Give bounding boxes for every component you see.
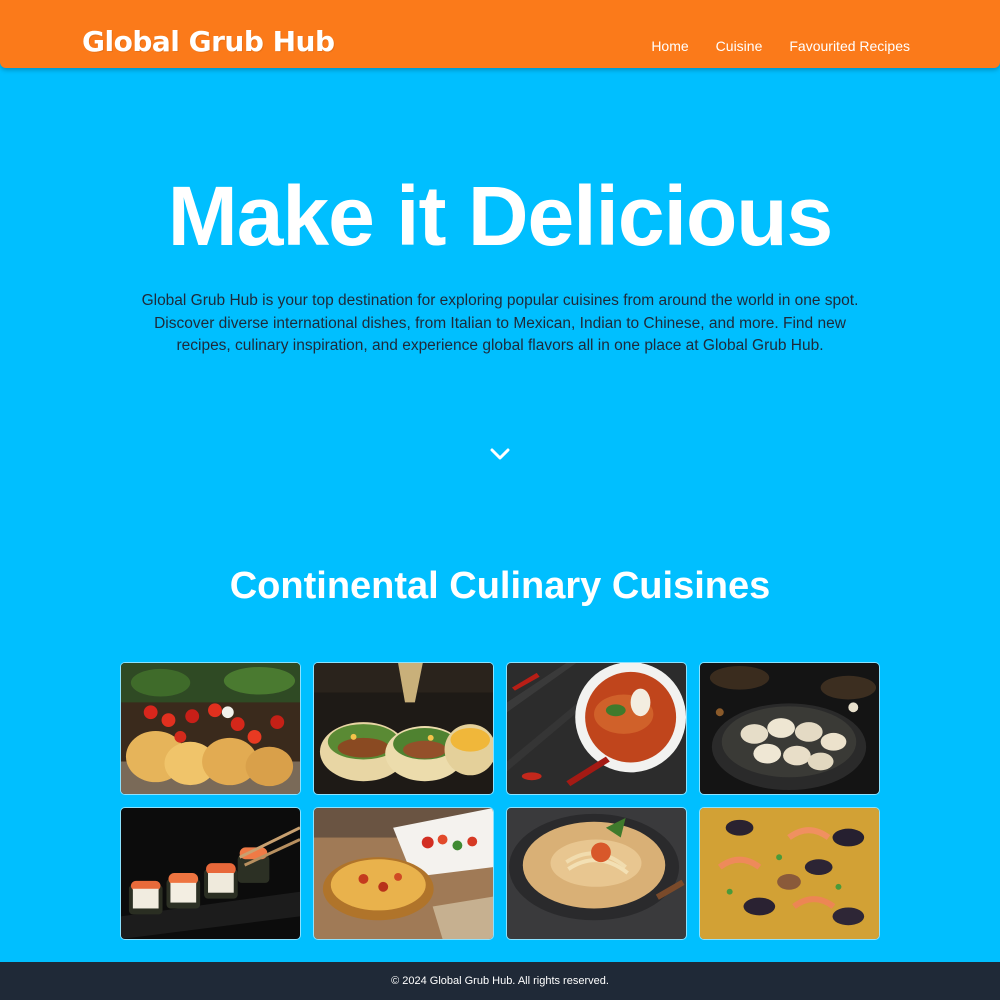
cuisine-card-tacos[interactable] bbox=[313, 662, 494, 795]
hero-title: Make it Delicious bbox=[167, 169, 834, 263]
cuisine-card-dumplings[interactable] bbox=[699, 662, 880, 795]
cuisine-grid bbox=[120, 662, 880, 940]
nav-favourited-recipes-link[interactable]: Favourited Recipes bbox=[789, 38, 910, 54]
cuisine-card-curry[interactable] bbox=[506, 662, 687, 795]
site-footer: © 2024 Global Grub Hub. All rights reser… bbox=[0, 962, 1000, 1000]
cuisine-card-paella[interactable] bbox=[699, 807, 880, 940]
cuisine-card-ramen[interactable] bbox=[506, 807, 687, 940]
nav-home-link[interactable]: Home bbox=[651, 38, 688, 54]
hero-description: Global Grub Hub is your top destination … bbox=[141, 292, 859, 354]
chevron-down-icon[interactable] bbox=[488, 446, 512, 462]
dumplings-photo bbox=[700, 663, 879, 794]
site-logo[interactable]: Global Grub Hub bbox=[82, 28, 335, 56]
cuisine-card-pasta[interactable] bbox=[120, 662, 301, 795]
section-title: Continental Culinary Cuisines bbox=[229, 565, 771, 607]
sushi-rolls-photo bbox=[121, 808, 300, 939]
curry-soup-photo bbox=[507, 663, 686, 794]
tacos-photo bbox=[314, 663, 493, 794]
nav-cuisine-link[interactable]: Cuisine bbox=[716, 38, 763, 54]
quiche-photo bbox=[314, 808, 493, 939]
ramen-bowl-photo bbox=[507, 808, 686, 939]
main-nav: Home Cuisine Favourited Recipes bbox=[651, 38, 910, 54]
site-header: Global Grub Hub Home Cuisine Favourited … bbox=[0, 0, 1000, 68]
pasta-tomatoes-photo bbox=[121, 663, 300, 794]
copyright-text: © 2024 Global Grub Hub. All rights reser… bbox=[391, 975, 609, 987]
paella-photo bbox=[700, 808, 879, 939]
cuisine-card-quiche[interactable] bbox=[313, 807, 494, 940]
cuisine-card-sushi[interactable] bbox=[120, 807, 301, 940]
